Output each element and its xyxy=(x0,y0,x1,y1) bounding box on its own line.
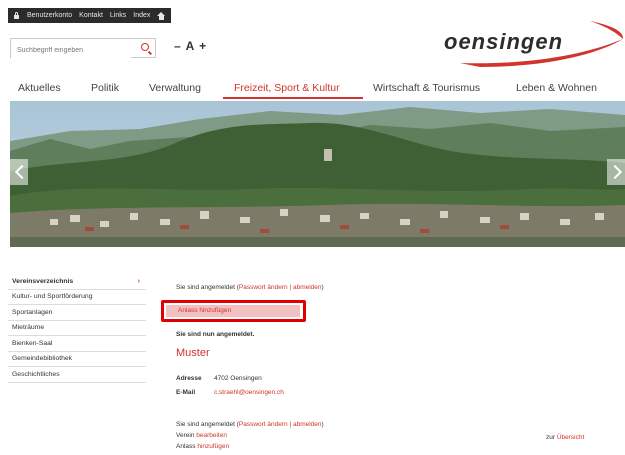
index-link[interactable]: Index xyxy=(133,12,150,19)
change-password-link-bottom[interactable]: Passwort ändern xyxy=(239,421,288,428)
login-status: Sie sind angemeldet (Passwort ändern | a… xyxy=(176,284,324,291)
sidebar-item-bienken-saal[interactable]: Bienken-Saal xyxy=(8,336,146,352)
address-row: Adresse 4702 Oensingen xyxy=(176,375,262,382)
search-icon[interactable] xyxy=(141,43,149,51)
nav-active-indicator xyxy=(223,97,363,99)
nav-freizeit-sport-kultur[interactable]: Freizeit, Sport & Kultur xyxy=(234,82,340,94)
sidebar-item-label: Vereinsverzeichnis xyxy=(12,277,74,285)
slider-next-button[interactable] xyxy=(607,159,625,185)
sidebar-item-mietraeume[interactable]: Mieträume xyxy=(8,321,146,336)
account-link[interactable]: Benutzerkonto xyxy=(27,12,72,19)
sidebar-item-label: Sportanlagen xyxy=(12,308,53,316)
login-status-prefix: Sie sind angemeldet ( xyxy=(176,421,239,428)
landscape-picture xyxy=(10,101,625,247)
hero-image xyxy=(10,101,625,247)
sidebar-item-label: Geschichtliches xyxy=(12,370,60,378)
sidebar-item-gemeindebibliothek[interactable]: Gemeindebibliothek xyxy=(8,352,146,367)
sidebar-item-kultur-sportfoerderung[interactable]: Kultur- und Sportförderung xyxy=(8,290,146,305)
sidebar-item-label: Bienken-Saal xyxy=(12,339,53,347)
contact-link[interactable]: Kontakt xyxy=(79,12,103,19)
address-value: 4702 Oensingen xyxy=(214,375,262,382)
change-password-link[interactable]: Passwort ändern xyxy=(239,284,288,291)
login-status-bottom: Sie sind angemeldet (Passwort ändern | a… xyxy=(176,421,324,428)
search-input[interactable] xyxy=(11,41,131,60)
login-status-prefix: Sie sind angemeldet ( xyxy=(176,284,239,291)
overview-link[interactable]: Übersicht xyxy=(557,434,584,441)
logo-text: oensingen xyxy=(444,29,564,54)
back-to-overview: zur Übersicht xyxy=(546,434,584,441)
edit-club-link[interactable]: bearbeiten xyxy=(196,432,227,439)
login-status-suffix: ) xyxy=(321,421,324,428)
search-box xyxy=(10,38,156,60)
top-utility-bar: Benutzerkonto Kontakt Links Index xyxy=(8,8,172,23)
logged-in-confirmation: Sie sind nun angemeldet. xyxy=(176,331,255,338)
email-row: E-Mail c.straehl@oensingen.ch xyxy=(176,389,284,396)
links-link[interactable]: Links xyxy=(110,12,126,19)
nav-leben-wohnen[interactable]: Leben & Wohnen xyxy=(516,82,597,94)
logout-link-bottom[interactable]: abmelden xyxy=(293,421,322,428)
nav-politik[interactable]: Politik xyxy=(91,82,119,94)
login-status-suffix: ) xyxy=(321,284,324,291)
sidebar-item-sportanlagen[interactable]: Sportanlagen xyxy=(8,305,146,321)
add-event-link-bottom[interactable]: hinzufügen xyxy=(197,443,229,450)
font-size-control[interactable]: – A + xyxy=(174,39,207,53)
nav-wirtschaft-tourismus[interactable]: Wirtschaft & Tourismus xyxy=(373,82,480,94)
email-label: E-Mail xyxy=(176,389,196,396)
sidebar: Vereinsverzeichnis › Kultur- und Sportfö… xyxy=(8,274,146,383)
event-label: Anlass xyxy=(176,443,196,450)
chevron-right-icon: › xyxy=(137,278,140,285)
back-prefix: zur xyxy=(546,434,556,441)
sidebar-item-label: Mieträume xyxy=(12,324,45,332)
highlight-annotation-box xyxy=(161,300,306,322)
nav-verwaltung[interactable]: Verwaltung xyxy=(149,82,201,94)
sidebar-item-vereinsverzeichnis[interactable]: Vereinsverzeichnis › xyxy=(8,274,146,290)
lock-icon xyxy=(13,12,20,19)
nav-aktuelles[interactable]: Aktuelles xyxy=(18,82,61,94)
main-nav: Aktuelles Politik Verwaltung Freizeit, S… xyxy=(0,82,625,99)
slider-prev-button[interactable] xyxy=(10,159,28,185)
event-add-row: Anlass hinzufügen xyxy=(176,443,229,450)
email-link[interactable]: c.straehl@oensingen.ch xyxy=(214,389,284,396)
club-title: Muster xyxy=(176,347,210,359)
sidebar-item-label: Kultur- und Sportförderung xyxy=(12,293,93,301)
sidebar-item-label: Gemeindebibliothek xyxy=(12,355,73,363)
sidebar-item-geschichtliches[interactable]: Geschichtliches xyxy=(8,367,146,383)
logout-link[interactable]: abmelden xyxy=(293,284,322,291)
logo[interactable]: oensingen xyxy=(440,17,625,69)
address-label: Adresse xyxy=(176,375,202,382)
club-edit-row: Verein bearbeiten xyxy=(176,432,227,439)
club-label: Verein xyxy=(176,432,195,439)
home-icon[interactable] xyxy=(157,11,166,20)
